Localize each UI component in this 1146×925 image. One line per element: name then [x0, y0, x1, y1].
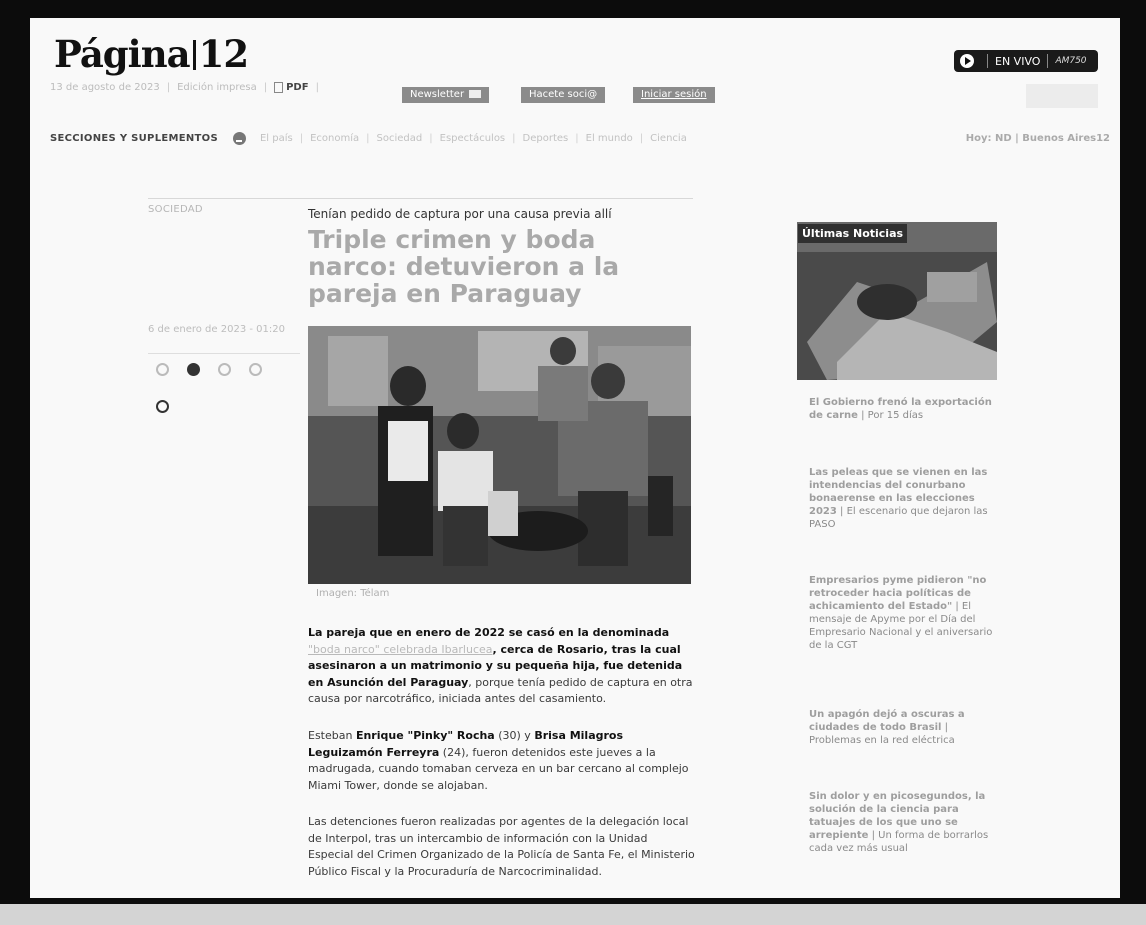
news-item[interactable]: Empresarios pyme pidieron "no retroceder…	[809, 574, 997, 652]
document-icon	[274, 82, 284, 93]
boda-narco-link[interactable]: "boda narco" celebrada Ibarlucea	[308, 643, 493, 656]
news-item[interactable]: Un apagón dejó a oscuras a ciudades de t…	[809, 708, 997, 747]
separator: |	[366, 133, 370, 144]
play-icon	[960, 54, 974, 68]
separator: |	[575, 133, 579, 144]
logo-number: 12	[198, 32, 249, 76]
login-button[interactable]: Iniciar sesión	[633, 87, 715, 103]
whatsapp-icon[interactable]	[249, 363, 262, 376]
weather-info[interactable]: Hoy: ND | Buenos Aires12	[966, 133, 1110, 144]
current-date: 13 de agosto de 2023	[50, 82, 160, 93]
web-page: Página 12 13 de agosto de 2023 | Edición …	[30, 18, 1120, 898]
live-radio-button[interactable]: EN VIVO AM750	[954, 50, 1098, 72]
nav-item-ciencia[interactable]: Ciencia	[650, 133, 687, 144]
pdf-label: PDF	[286, 82, 309, 93]
twitter-icon[interactable]	[218, 363, 231, 376]
news-item[interactable]: Sin dolor y en picosegundos, la solución…	[809, 790, 997, 855]
separator: |	[299, 133, 304, 144]
radio-frequency: AM750	[1055, 56, 1087, 66]
nav-item-sociedad[interactable]: Sociedad	[377, 133, 423, 144]
divider	[148, 198, 693, 199]
sections-title[interactable]: SECCIONES Y SUPLEMENTOS	[50, 133, 218, 144]
article-date: 6 de enero de 2023 - 01:20	[148, 324, 285, 335]
print-edition-link[interactable]: Edición impresa	[177, 82, 257, 93]
separator: |	[166, 82, 171, 93]
pdf-link[interactable]: PDF	[274, 82, 309, 93]
search-box[interactable]	[1026, 84, 1098, 108]
nav-item-el-mundo[interactable]: El mundo	[586, 133, 633, 144]
article-kicker: Tenían pedido de captura por una causa p…	[308, 207, 612, 221]
photo-caption: Imagen: Télam	[316, 588, 390, 599]
subscribe-button[interactable]: Hacete soci@	[521, 87, 606, 103]
sections-nav: SECCIONES Y SUPLEMENTOS El país | Econom…	[50, 132, 1110, 145]
facebook-icon[interactable]	[187, 363, 200, 376]
text-bold: La pareja que en enero de 2022 se casó e…	[308, 626, 670, 639]
nav-item-deportes[interactable]: Deportes	[523, 133, 569, 144]
live-label: EN VIVO	[995, 54, 1041, 68]
share-icon[interactable]	[156, 363, 169, 376]
article-section[interactable]: SOCIEDAD	[148, 204, 203, 215]
paragraph-2: Esteban Enrique "Pinky" Rocha (30) y Bri…	[308, 728, 696, 794]
separator: |	[263, 82, 268, 93]
paragraph-3: Las detenciones fueron realizadas por ag…	[308, 815, 695, 878]
news-desc: | Por 15 días	[857, 410, 924, 421]
article-photo-graphic	[308, 326, 691, 584]
chevron-down-icon[interactable]	[232, 132, 246, 145]
divider	[987, 54, 988, 68]
news-item[interactable]: El Gobierno frenó la exportación de carn…	[809, 396, 997, 422]
divider	[1047, 54, 1049, 68]
paragraph-1: La pareja que en enero de 2022 se casó e…	[308, 625, 696, 708]
separator: |	[639, 133, 644, 144]
logo-text: Página	[54, 32, 191, 76]
text: (30) y	[494, 729, 535, 742]
nav-item-economia[interactable]: Economía	[310, 133, 359, 144]
mail-icon	[469, 90, 482, 98]
email-share-icon[interactable]	[156, 400, 169, 413]
latest-news-image[interactable]	[797, 222, 997, 380]
logo-divider	[192, 40, 196, 70]
text-bold: Enrique "Pinky" Rocha	[355, 729, 495, 742]
text: Esteban	[308, 729, 356, 742]
site-logo[interactable]: Página 12	[54, 32, 249, 76]
latest-news-graphic	[797, 222, 997, 380]
share-bar	[156, 363, 262, 376]
article-photo	[308, 326, 691, 584]
news-item[interactable]: Las peleas que se vienen en las intenden…	[809, 466, 997, 531]
top-info-bar: 13 de agosto de 2023 | Edición impresa |…	[50, 82, 326, 93]
nav-item-el-pais[interactable]: El país	[260, 133, 293, 144]
separator: |	[512, 133, 516, 144]
separator: |	[315, 82, 319, 93]
separator: |	[429, 133, 433, 144]
surface-strip	[0, 904, 1146, 925]
nav-item-espectaculos[interactable]: Espectáculos	[440, 133, 506, 144]
newsletter-button[interactable]: Newsletter	[402, 87, 490, 103]
divider	[148, 353, 300, 354]
newsletter-label: Newsletter	[410, 89, 465, 100]
article-title: Triple crimen y boda narco: detuvieron a…	[308, 225, 620, 308]
latest-news-label[interactable]: Últimas Noticias	[798, 224, 908, 243]
